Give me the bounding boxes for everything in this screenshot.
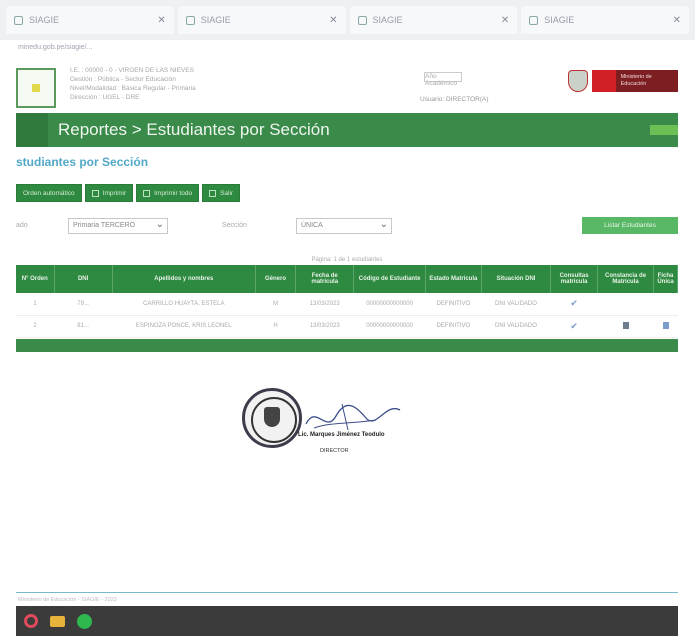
printer-icon <box>143 189 151 197</box>
ministry-logo: Ministerio de Educación <box>592 70 678 92</box>
address-bar[interactable]: minedu.gob.pe/siagie/... <box>0 40 695 56</box>
section-title: studiantes por Sección <box>16 155 149 169</box>
browser-tab[interactable]: SIAGIE ✕ <box>349 6 518 34</box>
signer-role: DIRECTOR <box>320 448 349 454</box>
tab-favicon-icon <box>357 15 367 25</box>
document-icon[interactable] <box>622 321 629 329</box>
grade-select[interactable]: Primaria TERCERO <box>68 218 168 234</box>
table-footer-bar <box>16 339 678 352</box>
official-seal-stamp <box>242 388 302 448</box>
table-header-row: N° Orden DNI Apellidos y nombres Género … <box>16 265 678 293</box>
list-students-button[interactable]: Listar Estudiantes <box>582 217 678 234</box>
table-row: 2 81... ESPINOZA PONCE, KRIS LEONEL H 13… <box>16 315 678 338</box>
institution-logo <box>16 68 56 108</box>
institution-info: I.E. : 00000 - 0 - VIRGEN DE LAS NIEVES … <box>70 67 196 101</box>
printer-icon <box>91 189 99 197</box>
peru-shield-icon <box>568 70 588 92</box>
folder-icon[interactable] <box>50 615 65 627</box>
section-label: Sección <box>222 222 247 229</box>
tab-favicon-icon <box>529 15 539 25</box>
report-toolbar: Orden automático Imprimir Imprimir todo … <box>16 184 241 202</box>
signer-name: Lic. Marques Jiménez Teodulo <box>298 432 385 438</box>
close-icon[interactable]: ✕ <box>329 15 337 26</box>
order-button[interactable]: Orden automático <box>16 184 82 202</box>
section-select[interactable]: ÚNICA <box>296 218 392 234</box>
whatsapp-icon[interactable] <box>77 613 92 629</box>
table-caption: Página: 1 de 1 estudiantes <box>311 257 383 263</box>
close-icon[interactable]: ✕ <box>501 15 509 26</box>
file-icon[interactable] <box>662 321 669 329</box>
status-text: Ministerio de Educación - SIAGIE - 2023 <box>18 597 117 603</box>
taskbar <box>16 606 678 636</box>
opera-browser-icon[interactable] <box>24 614 38 628</box>
filters-row: ado Primaria TERCERO Sección ÚNICA Lista… <box>16 217 678 238</box>
site-header: I.E. : 00000 - 0 - VIRGEN DE LAS NIEVES … <box>0 62 695 112</box>
print-button[interactable]: Imprimir <box>84 184 134 202</box>
handwritten-signature <box>305 403 401 431</box>
page-titlebar: Reportes > Estudiantes por Sección <box>16 113 678 147</box>
check-icon[interactable]: ✔ <box>570 298 578 308</box>
close-icon[interactable]: ✕ <box>157 15 165 26</box>
tab-favicon-icon <box>14 15 23 25</box>
tab-favicon-icon <box>185 15 195 25</box>
browser-tab[interactable]: SIAGIE ✕ <box>6 6 174 34</box>
close-icon[interactable]: ✕ <box>673 15 681 26</box>
exit-icon <box>209 189 217 197</box>
browser-tab[interactable]: SIAGIE ✕ <box>521 6 689 34</box>
user-label: Usuario: DIRECTOR(A) <box>420 96 489 103</box>
check-icon[interactable]: ✔ <box>570 321 578 331</box>
exit-button[interactable]: Salir <box>202 184 241 202</box>
academic-year-select[interactable]: Año Académico <box>420 72 462 87</box>
status-divider <box>16 592 678 593</box>
print-all-button[interactable]: Imprimir todo <box>136 184 200 202</box>
browser-tab[interactable]: SIAGIE ✕ <box>177 6 346 34</box>
page-title: Reportes > Estudiantes por Sección <box>58 120 330 139</box>
grade-label: ado <box>16 222 28 229</box>
students-table: N° Orden DNI Apellidos y nombres Género … <box>16 265 678 338</box>
table-row: 1 79... CARRILLO HUAYTA, ESTELA M 13/03/… <box>16 293 678 316</box>
browser-tabbar: SIAGIE ✕ SIAGIE ✕ SIAGIE ✕ SIAGIE ✕ <box>0 0 695 40</box>
